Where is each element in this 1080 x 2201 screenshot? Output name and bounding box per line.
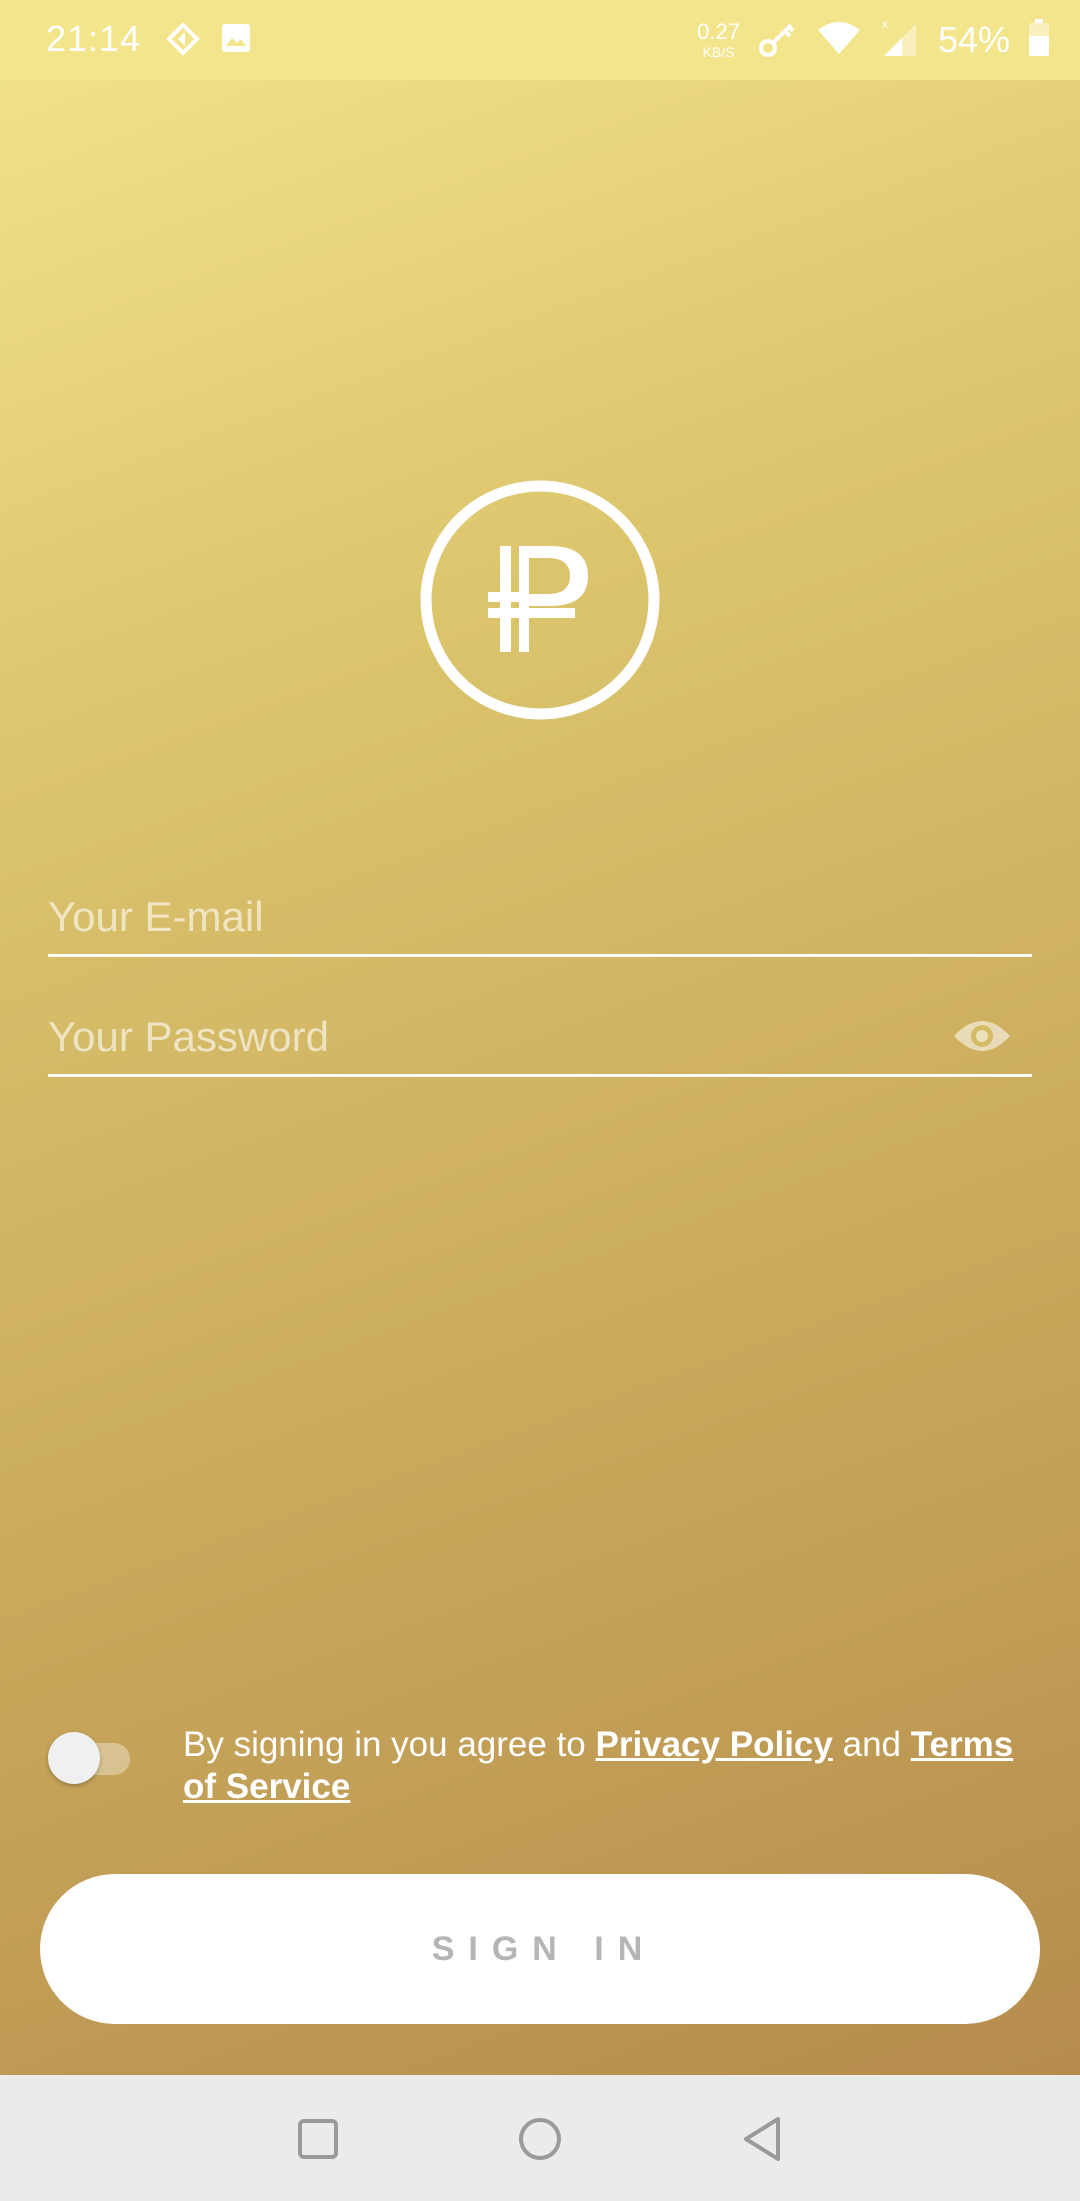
battery-percent: 54%: [937, 19, 1010, 60]
circle-home-icon[interactable]: [514, 2113, 566, 2165]
email-field[interactable]: [48, 880, 1032, 957]
consent-prefix: By signing in you agree to: [183, 1725, 596, 1764]
square-recents-icon[interactable]: [292, 2113, 344, 2165]
status-bar: 21:14 0.27 KB/S x 54%: [0, 0, 1080, 80]
vpn-key-icon: [758, 18, 798, 63]
status-time: 21:14: [46, 18, 142, 59]
email-input[interactable]: [48, 880, 1032, 954]
net-speed-value: 0.27: [697, 19, 740, 44]
wifi-icon: [816, 20, 862, 61]
signal-icon: x: [880, 17, 920, 63]
toggle-thumb: [48, 1732, 100, 1784]
consent-text: By signing in you agree to Privacy Polic…: [183, 1724, 1033, 1808]
navigation-app-icon: [166, 22, 200, 61]
svg-text:x: x: [882, 18, 888, 31]
agree-toggle[interactable]: [48, 1728, 132, 1788]
navigation-bar: [0, 2075, 1080, 2201]
password-field[interactable]: [48, 1000, 1032, 1077]
net-speed: 0.27 KB/S: [697, 19, 740, 60]
battery-icon: [1028, 18, 1050, 62]
sign-in-button[interactable]: SIGN IN: [40, 1874, 1040, 2024]
login-screen: 21:14 0.27 KB/S x 54% Your E-mail By sig…: [0, 0, 1080, 2201]
eye-icon[interactable]: [952, 1014, 1012, 1058]
privacy-policy-link[interactable]: Privacy Policy: [595, 1725, 832, 1764]
password-input[interactable]: [48, 1000, 1032, 1074]
triangle-back-icon[interactable]: [738, 2113, 790, 2165]
image-icon: [220, 22, 252, 59]
consent-and: and: [832, 1725, 911, 1764]
status-right-group: 0.27 KB/S x 54%: [697, 14, 1050, 66]
net-speed-unit: KB/S: [702, 44, 735, 60]
ruble-logo-icon: [418, 478, 662, 722]
